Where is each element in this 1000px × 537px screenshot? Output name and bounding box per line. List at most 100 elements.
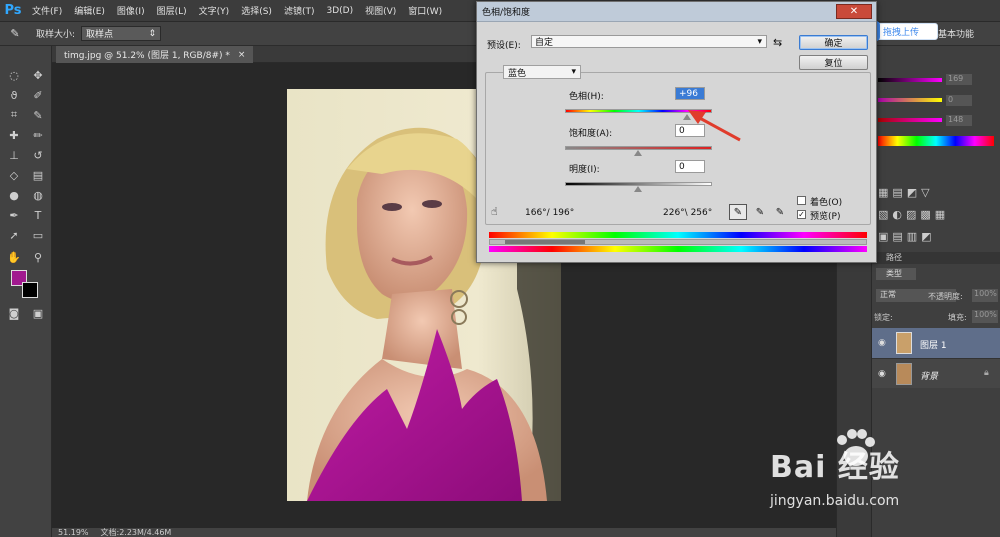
green-value[interactable]: 0 (946, 95, 972, 106)
dialog-titlebar[interactable]: 色相/饱和度 (477, 2, 876, 22)
blue-value[interactable]: 148 (946, 115, 972, 126)
path-select-icon[interactable]: ➚ (4, 226, 24, 244)
red-value[interactable]: 169 (946, 74, 972, 85)
eyedropper-minus-icon[interactable]: ✎ (771, 204, 789, 220)
layer-name[interactable]: 图层 1 (920, 338, 947, 351)
quick-select-icon[interactable]: ✐ (28, 86, 48, 104)
baidu-watermark: Bai 经验 jingyan.baidu.com (770, 429, 990, 520)
background-color-swatch[interactable] (22, 282, 38, 298)
layer-row[interactable]: ◉ 背景 🔒︎ (872, 358, 1000, 388)
move-tool-icon[interactable]: ✥ (28, 66, 48, 84)
eyedropper-plus-icon[interactable]: ✎ (751, 204, 769, 220)
blur-tool-icon[interactable]: ● (4, 186, 24, 204)
pen-tool-icon[interactable]: ✒ (4, 206, 24, 224)
eraser-tool-icon[interactable]: ◇ (4, 166, 24, 184)
document-tab-label: timg.jpg @ 51.2% (图层 1, RGB/8#) * (64, 51, 230, 61)
reset-button[interactable]: 复位 (799, 55, 868, 70)
layer-name[interactable]: 背景 (920, 369, 938, 382)
hue-saturation-dialog: 色相/饱和度 ✕ 预设(E): 自定 ▾ ⇆ 确定 复位 蓝色 ▾ 色相(H):… (476, 1, 877, 263)
range-selection[interactable] (505, 240, 585, 244)
zoom-level[interactable]: 51.19% (58, 528, 89, 537)
menu-file[interactable]: 文件(F) (26, 4, 68, 17)
green-slider[interactable] (878, 98, 942, 102)
type-tool-icon[interactable]: T (28, 206, 48, 224)
lock-icon: 🔒︎ (984, 368, 989, 378)
layer-thumbnail (896, 363, 912, 385)
hand-tool-icon[interactable]: ✋ (4, 248, 24, 266)
document-info: 文档:2.23M/4.46M (100, 528, 172, 537)
menu-view[interactable]: 视图(V) (359, 4, 402, 17)
eyedropper-icon[interactable]: ✎ (729, 204, 747, 220)
menu-select[interactable]: 选择(S) (235, 4, 278, 17)
paths-tab[interactable]: 路径 (872, 252, 1000, 264)
gradient-tool-icon[interactable]: ▤ (28, 166, 48, 184)
channel-select[interactable]: 蓝色 ▾ (503, 65, 581, 79)
marquee-tool-icon[interactable]: ◌ (4, 66, 24, 84)
layer-filter-select[interactable]: 类型 (876, 268, 916, 280)
shape-tool-icon[interactable]: ▭ (28, 226, 48, 244)
preview-checkbox[interactable]: ✓ (797, 210, 806, 219)
layer-row[interactable]: ◉ 图层 1 (872, 328, 1000, 358)
workspace-switcher[interactable]: 基本功能 (938, 27, 974, 40)
chevron-updown-icon: ⇕ (148, 28, 157, 39)
range-left: 166°/ 196° (525, 208, 575, 218)
menu-layer[interactable]: 图层(L) (151, 4, 193, 17)
range-right: 226°\ 256° (663, 208, 713, 218)
lightness-input[interactable]: 0 (675, 160, 705, 173)
crop-tool-icon[interactable]: ⌗ (4, 106, 24, 124)
eyedropper-tool-icon[interactable]: ✎ (28, 106, 48, 124)
channel-value: 蓝色 (508, 68, 527, 79)
color-ramp[interactable] (878, 136, 994, 146)
blue-slider[interactable] (878, 118, 942, 122)
lasso-tool-icon[interactable]: ϑ (4, 86, 24, 104)
lightness-label: 明度(I): (569, 165, 600, 175)
visibility-eye-icon[interactable]: ◉ (878, 369, 886, 379)
adjustment-icons-row2[interactable]: ▧◐▨▩▦ (878, 208, 988, 221)
range-slider[interactable] (489, 239, 867, 245)
sample-size-value: 取样点 (86, 30, 114, 40)
healing-brush-icon[interactable]: ✚ (4, 126, 24, 144)
lightness-slider-thumb[interactable] (634, 186, 642, 192)
colorize-checkbox[interactable] (797, 196, 806, 205)
colorize-label: 着色(O) (810, 198, 843, 208)
dialog-title: 色相/饱和度 (482, 8, 531, 18)
ok-button[interactable]: 确定 (799, 35, 868, 50)
close-button[interactable]: ✕ (836, 4, 872, 19)
opacity-label: 不透明度: (928, 292, 963, 301)
menu-edit[interactable]: 编辑(E) (68, 4, 111, 17)
menu-window[interactable]: 窗口(W) (402, 4, 448, 17)
fill-field[interactable]: 100% (972, 310, 998, 323)
document-tab[interactable]: timg.jpg @ 51.2% (图层 1, RGB/8#) * × (56, 46, 254, 63)
history-brush-icon[interactable]: ↺ (28, 146, 48, 164)
menu-type[interactable]: 文字(Y) (193, 4, 236, 17)
visibility-eye-icon[interactable]: ◉ (878, 338, 886, 348)
adjustment-icons[interactable]: ▦▤◩▽ (878, 186, 988, 199)
close-icon[interactable]: × (238, 50, 246, 60)
hue-label: 色相(H): (569, 92, 604, 102)
sample-size-select[interactable]: 取样点 ⇕ (81, 26, 162, 41)
menu-3d[interactable]: 3D(D) (320, 6, 359, 16)
red-slider[interactable] (878, 78, 942, 82)
adjustment-icons-row3[interactable]: ▣▤▥◩ (878, 230, 988, 243)
menu-filter[interactable]: 滤镜(T) (278, 4, 321, 17)
zoom-tool-icon[interactable]: ⚲ (28, 248, 48, 266)
quick-mask-icon[interactable]: ◙ (4, 304, 24, 322)
preset-select[interactable]: 自定 ▾ (531, 35, 767, 48)
chevron-down-icon: ▾ (757, 36, 762, 47)
brush-tool-icon[interactable]: ✏ (28, 126, 48, 144)
preset-label: 预设(E): (487, 41, 521, 51)
screen-mode-icon[interactable]: ▣ (28, 304, 48, 322)
dodge-tool-icon[interactable]: ◍ (28, 186, 48, 204)
preset-options-icon[interactable]: ⇆ (773, 36, 782, 49)
eyedropper-icon[interactable]: ✎ (0, 22, 30, 46)
menu-image[interactable]: 图像(I) (111, 4, 151, 17)
opacity-field[interactable]: 100% (972, 289, 998, 302)
layer-thumbnail (896, 332, 912, 354)
preview-label: 预览(P) (810, 212, 841, 222)
hand-adjust-icon[interactable]: ☝ (491, 205, 498, 218)
paw-icon (837, 429, 875, 466)
clone-stamp-icon[interactable]: ⊥ (4, 146, 24, 164)
saturation-slider-thumb[interactable] (634, 150, 642, 156)
result-hue-bar (489, 246, 867, 252)
hue-input[interactable]: +96 (675, 87, 705, 100)
